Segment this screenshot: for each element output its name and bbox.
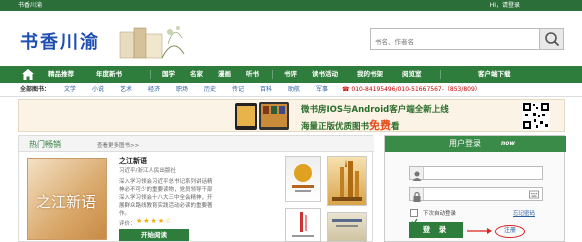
rating-stars: ★★★★☆ bbox=[136, 217, 173, 225]
nav-item-featured[interactable]: 精品推荐 bbox=[48, 66, 74, 83]
nav-item-guoxue[interactable]: 国学 bbox=[162, 66, 175, 83]
nav-divider bbox=[272, 70, 273, 79]
banner-headline: 微书房IOS与Android客户端全新上线 bbox=[301, 105, 449, 115]
login-now-badge: now bbox=[501, 140, 515, 147]
book-cover-title: 之江新语 bbox=[36, 193, 97, 211]
nav-item-new-books[interactable]: 年度新书 bbox=[96, 66, 122, 83]
hot-sellers-header: 热门畅销 查看更多图书>> bbox=[19, 136, 374, 152]
category-item[interactable]: 经济 bbox=[148, 83, 160, 97]
start-reading-label: 开始阅读 bbox=[141, 231, 167, 239]
banner-free-text: 免费 bbox=[369, 119, 392, 132]
hotline-number: ☎ 010-84195496/010-51667567-（853/809） bbox=[342, 86, 481, 93]
book-thumbnail[interactable] bbox=[327, 156, 367, 206]
book-author: 习近平/浙江人民出版社 bbox=[119, 168, 176, 174]
password-field[interactable] bbox=[409, 187, 543, 202]
search-input[interactable] bbox=[371, 32, 531, 52]
login-panel: 用户登录 now 下次自动登录 忘记密码 登 录 注册 bbox=[384, 135, 566, 242]
main-nav: 精品推荐 年度新书 国学 名家 漫画 听书 书评 读书活动 我的书架 阅览室 客… bbox=[0, 66, 582, 83]
book-thumbnail-art bbox=[332, 219, 362, 227]
app-promo-banner[interactable]: 微书房IOS与Android客户端全新上线 海量正版优质图书免费看 bbox=[18, 99, 565, 132]
banner-subline-prefix: 海量正版优质图书 bbox=[301, 122, 370, 132]
home-icon[interactable] bbox=[22, 69, 34, 80]
category-bar: 全部图书： 文学 小说 艺术 经济 职场 历史 传记 百科 助航 军事 ☎ 01… bbox=[0, 83, 582, 97]
book-thumbnail[interactable] bbox=[285, 156, 321, 202]
category-item[interactable]: 军事 bbox=[316, 83, 328, 97]
more-books-link[interactable]: 查看更多图书>> bbox=[97, 141, 139, 149]
header: 书香川渝 bbox=[0, 11, 582, 66]
banner-subline-suffix: 看 bbox=[391, 122, 400, 132]
book-title[interactable]: 之江新语 bbox=[119, 156, 147, 166]
hot-sellers-title[interactable]: 热门畅销 bbox=[29, 139, 61, 150]
qr-code-icon bbox=[522, 102, 550, 130]
start-reading-button[interactable]: 开始阅读 bbox=[119, 229, 189, 241]
lock-icon bbox=[410, 188, 424, 202]
nav-divider bbox=[440, 70, 441, 79]
book-thumbnail-art bbox=[332, 159, 362, 201]
category-item[interactable]: 职场 bbox=[176, 83, 188, 97]
top-bar: 书香川渝 HI，请登录 bbox=[0, 0, 582, 11]
login-header: 用户登录 now bbox=[385, 136, 566, 152]
category-label: 全部图书： bbox=[20, 86, 51, 93]
login-button[interactable]: 登 录 bbox=[409, 222, 463, 238]
top-login-link[interactable]: HI，请登录 bbox=[490, 0, 520, 11]
category-item[interactable]: 百科 bbox=[260, 83, 272, 97]
register-link[interactable]: 注册 bbox=[495, 225, 525, 238]
book-thumbnail[interactable] bbox=[285, 208, 321, 242]
login-title: 用户登录 bbox=[449, 139, 481, 148]
forgot-password-link[interactable]: 忘记密码 bbox=[513, 209, 535, 217]
category-item[interactable]: 艺术 bbox=[120, 83, 132, 97]
nav-item-client-download[interactable]: 客户端下载 bbox=[478, 66, 511, 83]
arrow-icon bbox=[467, 228, 492, 234]
book-cover[interactable]: 之江新语 bbox=[27, 158, 107, 240]
nav-item-reading-events[interactable]: 读书活动 bbox=[312, 66, 338, 83]
phone-devices-illustration bbox=[235, 102, 289, 130]
username-field[interactable] bbox=[409, 166, 543, 181]
book-thumbnail-art bbox=[292, 212, 314, 237]
banner-subline: 海量正版优质图书免费看 bbox=[301, 117, 400, 132]
category-item[interactable]: 历史 bbox=[204, 83, 216, 97]
book-thumbnail-art bbox=[292, 164, 314, 192]
hot-sellers-panel: 热门畅销 查看更多图书>> 之江新语 之江新语 习近平/浙江人民出版社 深入学习… bbox=[18, 135, 374, 242]
search-button[interactable] bbox=[539, 29, 563, 49]
top-site-name[interactable]: 书香川渝 bbox=[18, 0, 42, 11]
nav-item-audiobooks[interactable]: 听书 bbox=[246, 66, 259, 83]
keyboard-icon[interactable] bbox=[529, 190, 539, 199]
book-description: 深入学习领会习近平总书记系列讲话精神必不可少的重要读物，党员领导干部深入学习领会… bbox=[119, 179, 213, 217]
nav-item-my-shelf[interactable]: 我的书架 bbox=[357, 66, 383, 83]
category-item[interactable]: 传记 bbox=[232, 83, 244, 97]
logo-books-illustration bbox=[119, 26, 185, 59]
nav-item-reviews[interactable]: 书评 bbox=[284, 66, 297, 83]
category-item[interactable]: 助航 bbox=[288, 83, 300, 97]
remember-label: 下次自动登录 bbox=[423, 211, 457, 217]
user-icon bbox=[410, 167, 424, 181]
nav-item-comics[interactable]: 漫画 bbox=[218, 66, 231, 83]
rating-label: 评价： bbox=[119, 221, 136, 227]
page: 书香川渝 HI，请登录 书香川渝 精品推荐 bbox=[0, 0, 582, 242]
remember-checkbox[interactable] bbox=[410, 209, 418, 225]
nav-divider bbox=[150, 70, 151, 79]
search-box bbox=[370, 28, 564, 52]
nav-item-reading-room[interactable]: 阅览室 bbox=[402, 66, 422, 83]
book-thumbnail[interactable] bbox=[327, 212, 367, 242]
category-item[interactable]: 小说 bbox=[92, 83, 104, 97]
category-item[interactable]: 文学 bbox=[64, 83, 76, 97]
search-icon bbox=[545, 32, 560, 47]
nav-item-famous[interactable]: 名家 bbox=[190, 66, 203, 83]
